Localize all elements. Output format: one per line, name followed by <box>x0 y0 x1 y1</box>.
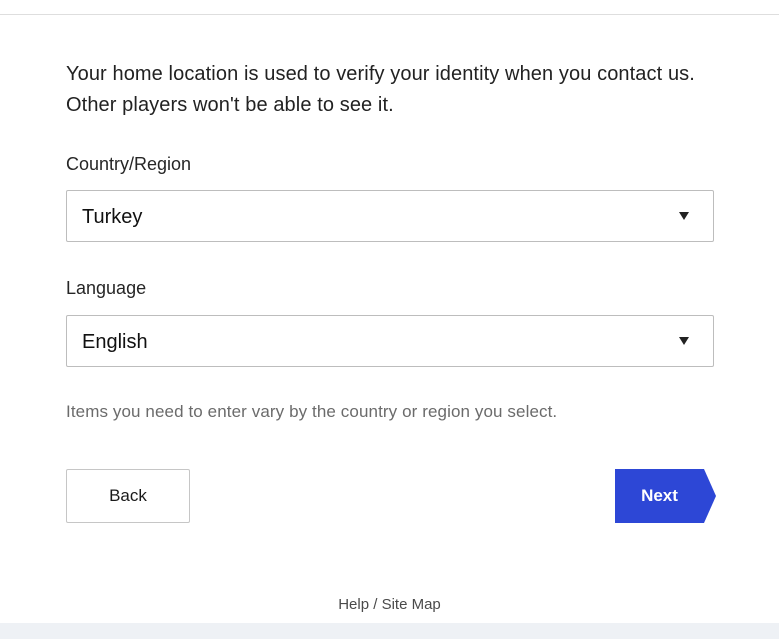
back-button[interactable]: Back <box>66 469 190 523</box>
hint-text: Items you need to enter vary by the coun… <box>66 402 558 421</box>
intro-text: Your home location is used to verify you… <box>66 63 695 116</box>
footer-band <box>0 623 779 639</box>
caret-down-icon <box>679 337 689 345</box>
country-select[interactable]: Turkey <box>66 190 714 242</box>
footer-help-link[interactable]: Help / Site Map <box>0 596 779 613</box>
country-select-value: Turkey <box>82 206 143 228</box>
location-form: Your home location is used to verify you… <box>66 59 716 523</box>
language-select-value: English <box>82 331 148 353</box>
next-button[interactable]: Next <box>615 469 716 523</box>
country-label: Country/Region <box>66 154 192 174</box>
top-divider <box>0 0 779 15</box>
language-label: Language <box>66 278 147 298</box>
language-select[interactable]: English <box>66 315 714 367</box>
caret-down-icon <box>679 212 689 220</box>
